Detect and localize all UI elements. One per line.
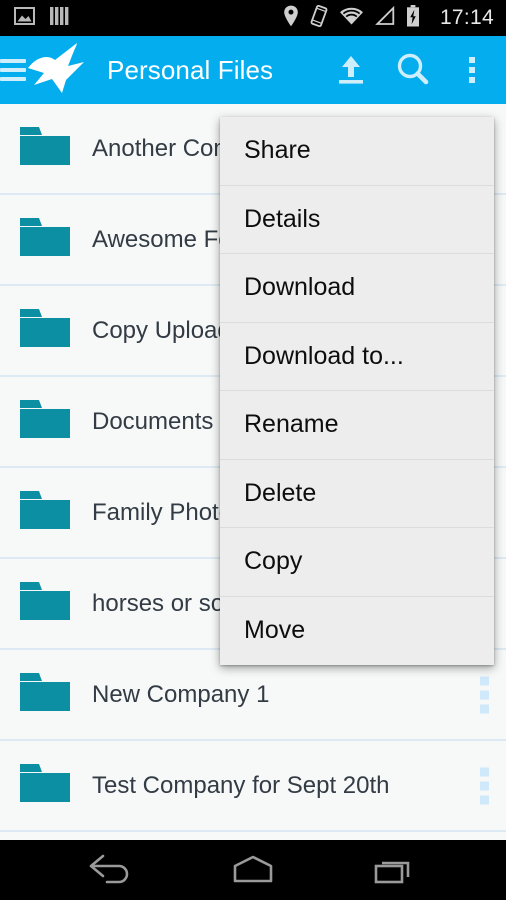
list-item-label: Family Photo [92,498,233,526]
context-menu[interactable]: Share Details Download Download to... Re… [220,117,494,665]
menu-item-details[interactable]: Details [220,186,494,254]
menu-item-move[interactable]: Move [220,597,494,666]
folder-icon [20,489,70,536]
recents-button[interactable] [350,840,440,900]
upload-icon[interactable] [320,36,382,104]
search-icon[interactable] [382,36,444,104]
list-item-label: Awesome Fo [92,225,232,253]
list-item[interactable]: Test Company for Sept 20th [0,741,506,832]
menu-item-download-to[interactable]: Download to... [220,323,494,391]
wifi-icon [339,6,364,31]
menu-item-delete[interactable]: Delete [220,460,494,528]
status-bar-right-icons: 17:14 [283,4,494,32]
photo-icon [14,6,35,31]
status-bar: 17:14 [0,0,506,36]
app-bar: Personal Files [0,36,506,104]
list-item-label: horses or so [92,589,225,617]
menu-item-share[interactable]: Share [220,117,494,186]
app-bar-actions [320,36,500,104]
menu-item-rename[interactable]: Rename [220,391,494,460]
status-bar-clock: 17:14 [439,6,494,29]
location-pin-icon [283,5,299,32]
back-button[interactable] [66,840,156,900]
folder-icon [20,762,70,809]
row-overflow-icon[interactable] [480,676,489,713]
page-title: Personal Files [107,54,274,85]
folder-icon [20,580,70,627]
list-item-label: New Company 1 [92,680,270,708]
phone-screen: 17:14 Personal Files Another Com Awesome… [0,0,506,900]
vibrate-icon [310,4,328,32]
list-item-label: Documents [92,407,214,435]
battery-charging-icon [406,4,420,32]
row-overflow-icon[interactable] [480,767,489,804]
origami-crane-logo [22,40,94,101]
folder-icon [20,398,70,445]
navigation-bar [0,840,506,900]
list-item-label: Test Company for Sept 20th [92,771,390,799]
folder-icon [20,307,70,354]
overflow-menu-icon[interactable] [444,36,500,104]
home-button[interactable] [208,840,298,900]
folder-icon [20,125,70,172]
folder-icon [20,216,70,263]
menu-item-copy[interactable]: Copy [220,528,494,597]
menu-item-download[interactable]: Download [220,254,494,323]
list-item-label: Copy Upload [92,316,231,344]
folder-icon [20,671,70,718]
cell-signal-icon [375,5,395,31]
status-bar-left-icons [14,6,71,31]
list-item-label: Another Com [92,134,234,162]
bars-icon [49,6,71,31]
